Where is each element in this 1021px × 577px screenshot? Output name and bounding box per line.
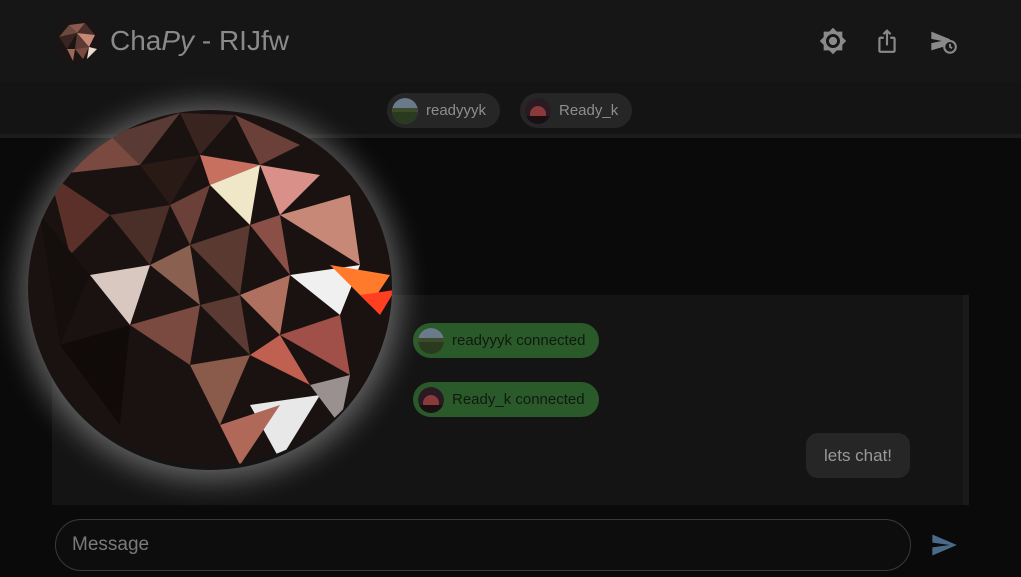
event-text: Ready_k connected [452, 391, 585, 408]
message-input[interactable] [55, 519, 911, 571]
share-icon [878, 29, 896, 53]
event-text: readyyyk connected [452, 332, 586, 349]
title-cha: Cha [110, 25, 162, 56]
user-name: readyyyk [426, 102, 487, 119]
user-name: Ready_k [559, 102, 619, 119]
user-avatar [525, 97, 551, 124]
app-title: ChaPy - RIJfw [110, 25, 289, 57]
app-header: ChaPy - RIJfw [0, 0, 1021, 82]
enlarged-avatar [20, 105, 400, 470]
connection-event: readyyyk connected [413, 323, 600, 358]
send-icon [932, 534, 957, 556]
brightness-icon [819, 27, 847, 55]
user-chip-ready-k[interactable]: Ready_k [520, 93, 633, 128]
user-chip-readyyyk[interactable]: readyyyk [387, 93, 501, 128]
title-py: Py [161, 25, 195, 56]
user-avatar [418, 327, 444, 354]
connection-event: Ready_k connected [413, 382, 599, 417]
send-button[interactable] [926, 527, 962, 563]
theme-toggle-button[interactable] [816, 24, 850, 58]
app-logo [55, 19, 101, 63]
user-avatar [418, 386, 444, 413]
scheduled-send-icon [931, 31, 957, 54]
title-room: - RIJfw [194, 25, 289, 56]
share-button[interactable] [870, 24, 904, 58]
message-bubble: lets chat! [806, 433, 911, 478]
scheduled-send-button[interactable] [926, 24, 960, 58]
